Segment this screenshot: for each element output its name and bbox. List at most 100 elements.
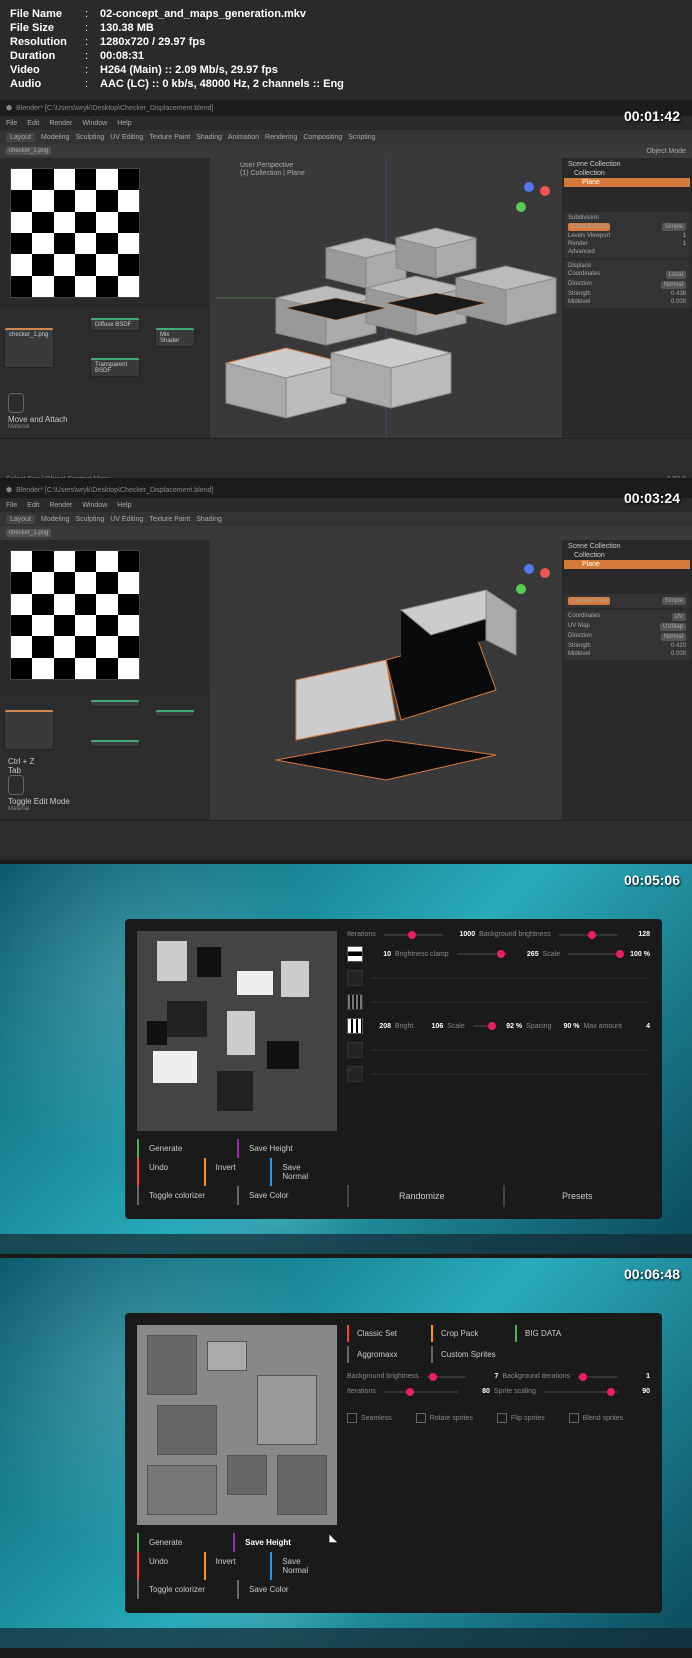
generate-btn[interactable]: Generate xyxy=(137,1139,237,1158)
shader-node-editor[interactable]: Ctrl + Z Tab Toggle Edit Mode Material xyxy=(0,690,210,820)
tab-modeling[interactable]: Modeling xyxy=(41,516,69,523)
tab-animation[interactable]: Animation xyxy=(228,134,259,141)
scale-slider[interactable] xyxy=(568,953,618,955)
generate-btn[interactable]: Generate xyxy=(137,1533,233,1552)
tab-shading[interactable]: Shading xyxy=(196,516,222,523)
gizmo-y[interactable] xyxy=(516,202,526,212)
menu-render[interactable]: Render xyxy=(49,502,72,509)
menu-window[interactable]: Window xyxy=(82,120,107,127)
preset-aggromaxx[interactable]: Aggromaxx xyxy=(347,1346,427,1363)
outliner-plane[interactable]: Plane xyxy=(564,560,690,569)
catmull-clark-btn[interactable]: Catmull-Clark xyxy=(568,223,610,231)
menu-help[interactable]: Help xyxy=(117,502,131,509)
toggle-colorizer-btn[interactable]: Toggle colorizer xyxy=(137,1186,237,1205)
invert-btn[interactable]: Invert xyxy=(204,1552,271,1580)
save-color-btn[interactable]: Save Color xyxy=(237,1580,337,1599)
header-toolbar[interactable]: checker_1.png Object Mode xyxy=(0,144,692,158)
simple-btn[interactable]: Simple xyxy=(662,597,686,605)
tab-rendering[interactable]: Rendering xyxy=(265,134,297,141)
hbars-icon[interactable] xyxy=(347,946,363,962)
object-mode-dropdown[interactable]: Object Mode xyxy=(646,148,686,155)
outliner-collection[interactable]: Collection xyxy=(564,169,690,178)
node-transparent[interactable] xyxy=(90,740,140,747)
modifier-subdivision[interactable]: Catmull-Clark Simple xyxy=(564,594,690,608)
flip-checkbox[interactable] xyxy=(497,1413,507,1423)
grid-icon[interactable] xyxy=(347,994,363,1010)
invert-btn[interactable]: Invert xyxy=(204,1158,271,1186)
tab-shading[interactable]: Shading xyxy=(196,134,222,141)
modifier-displace[interactable]: CoordinatesUV UV MapUVMap DirectionNorma… xyxy=(564,610,690,660)
uv-image-editor[interactable] xyxy=(0,158,210,308)
outliner[interactable]: Scene Collection Collection Plane xyxy=(562,158,692,208)
nav-gizmo[interactable] xyxy=(512,178,552,218)
modifier-subdivision[interactable]: Subdivision Catmull-Clark Simple Levels … xyxy=(564,212,690,258)
bg-iter-slider[interactable] xyxy=(578,1376,618,1378)
window-titlebar[interactable]: ⬢ Blender* [C:\Users\wryk\Desktop\Checke… xyxy=(0,482,692,498)
menu-window[interactable]: Window xyxy=(82,502,107,509)
gizmo-z[interactable] xyxy=(524,564,534,574)
nav-gizmo[interactable] xyxy=(512,560,552,600)
node-mix-shader[interactable]: Mix Shader xyxy=(155,328,195,347)
preset-custom[interactable]: Custom Sprites xyxy=(431,1346,511,1363)
vbars-icon[interactable] xyxy=(347,970,363,986)
menu-edit[interactable]: Edit xyxy=(27,120,39,127)
node-transparent[interactable]: Transparent BSDF xyxy=(90,358,140,377)
tab-texture[interactable]: Texture Paint xyxy=(149,134,190,141)
tab-layout[interactable]: Layout xyxy=(6,133,35,142)
gizmo-z[interactable] xyxy=(524,182,534,192)
catmull-clark-btn[interactable]: Catmull-Clark xyxy=(568,597,610,605)
save-height-btn[interactable]: Save Height xyxy=(237,1139,337,1158)
properties-panel[interactable]: Catmull-Clark Simple CoordinatesUV UV Ma… xyxy=(562,590,692,664)
randomize-btn[interactable]: Randomize xyxy=(347,1185,495,1207)
gizmo-y[interactable] xyxy=(516,584,526,594)
node-diffuse[interactable] xyxy=(90,700,140,707)
preset-classic[interactable]: Classic Set xyxy=(347,1325,427,1342)
jsplacement-window[interactable]: Generate Save Height Undo Invert Save No… xyxy=(125,919,662,1219)
timeline[interactable] xyxy=(0,820,692,856)
workspace-tabs[interactable]: Layout Modeling Sculpting UV Editing Tex… xyxy=(0,512,692,526)
node-diffuse[interactable]: Diffuse BSDF xyxy=(90,318,140,331)
outliner-collection[interactable]: Collection xyxy=(564,551,690,560)
menu-help[interactable]: Help xyxy=(117,120,131,127)
vlines-icon[interactable] xyxy=(347,1018,363,1034)
node-image-texture[interactable] xyxy=(4,710,54,750)
menu-render[interactable]: Render xyxy=(49,120,72,127)
undo-btn[interactable]: Undo xyxy=(137,1552,204,1580)
iter-slider[interactable] xyxy=(384,1391,458,1393)
timeline[interactable] xyxy=(0,438,692,474)
gizmo-x[interactable] xyxy=(540,186,550,196)
menubar[interactable]: File Edit Render Window Help xyxy=(0,498,692,512)
blend-checkbox[interactable] xyxy=(569,1413,579,1423)
tab-sculpting[interactable]: Sculpting xyxy=(75,516,104,523)
undo-btn[interactable]: Undo xyxy=(137,1158,204,1186)
shader-node-editor[interactable]: checker_1.png Diffuse BSDF Transparent B… xyxy=(0,308,210,438)
save-color-btn[interactable]: Save Color xyxy=(237,1186,337,1205)
tab-scripting[interactable]: Scripting xyxy=(348,134,375,141)
modifier-displace[interactable]: Displace CoordinatesLocal DirectionNorma… xyxy=(564,260,690,308)
outliner-scene[interactable]: Scene Collection xyxy=(564,160,690,169)
3d-viewport[interactable]: User Perspective (1) Collection | Plane xyxy=(210,158,562,438)
outliner-scene[interactable]: Scene Collection xyxy=(564,542,690,551)
node-image-texture[interactable]: checker_1.png xyxy=(4,328,54,368)
save-height-btn[interactable]: Save Height xyxy=(233,1533,329,1552)
windows-taskbar[interactable] xyxy=(0,1628,692,1648)
header-toolbar[interactable]: checker_1.png xyxy=(0,526,692,540)
preset-bigdata[interactable]: BIG DATA xyxy=(515,1325,595,1342)
gizmo-x[interactable] xyxy=(540,568,550,578)
windows-taskbar[interactable] xyxy=(0,1234,692,1254)
jsplacement-window[interactable]: Generate Save Height ◣ Undo Invert Save … xyxy=(125,1313,662,1613)
tab-texture[interactable]: Texture Paint xyxy=(149,516,190,523)
image-dropdown[interactable]: checker_1.png xyxy=(6,529,51,537)
plus-icon[interactable]: + xyxy=(347,1066,363,1082)
3d-viewport[interactable] xyxy=(210,540,562,820)
menu-file[interactable]: File xyxy=(6,502,17,509)
line-icon[interactable] xyxy=(347,1042,363,1058)
rotate-checkbox[interactable] xyxy=(416,1413,426,1423)
outliner[interactable]: Scene Collection Collection Plane xyxy=(562,540,692,590)
iterations-slider[interactable] xyxy=(384,934,443,936)
seamless-checkbox[interactable] xyxy=(347,1413,357,1423)
sprite-scale-slider[interactable] xyxy=(544,1391,618,1393)
uv-image-editor[interactable] xyxy=(0,540,210,690)
save-normal-btn[interactable]: Save Normal xyxy=(270,1158,337,1186)
tab-sculpting[interactable]: Sculpting xyxy=(75,134,104,141)
